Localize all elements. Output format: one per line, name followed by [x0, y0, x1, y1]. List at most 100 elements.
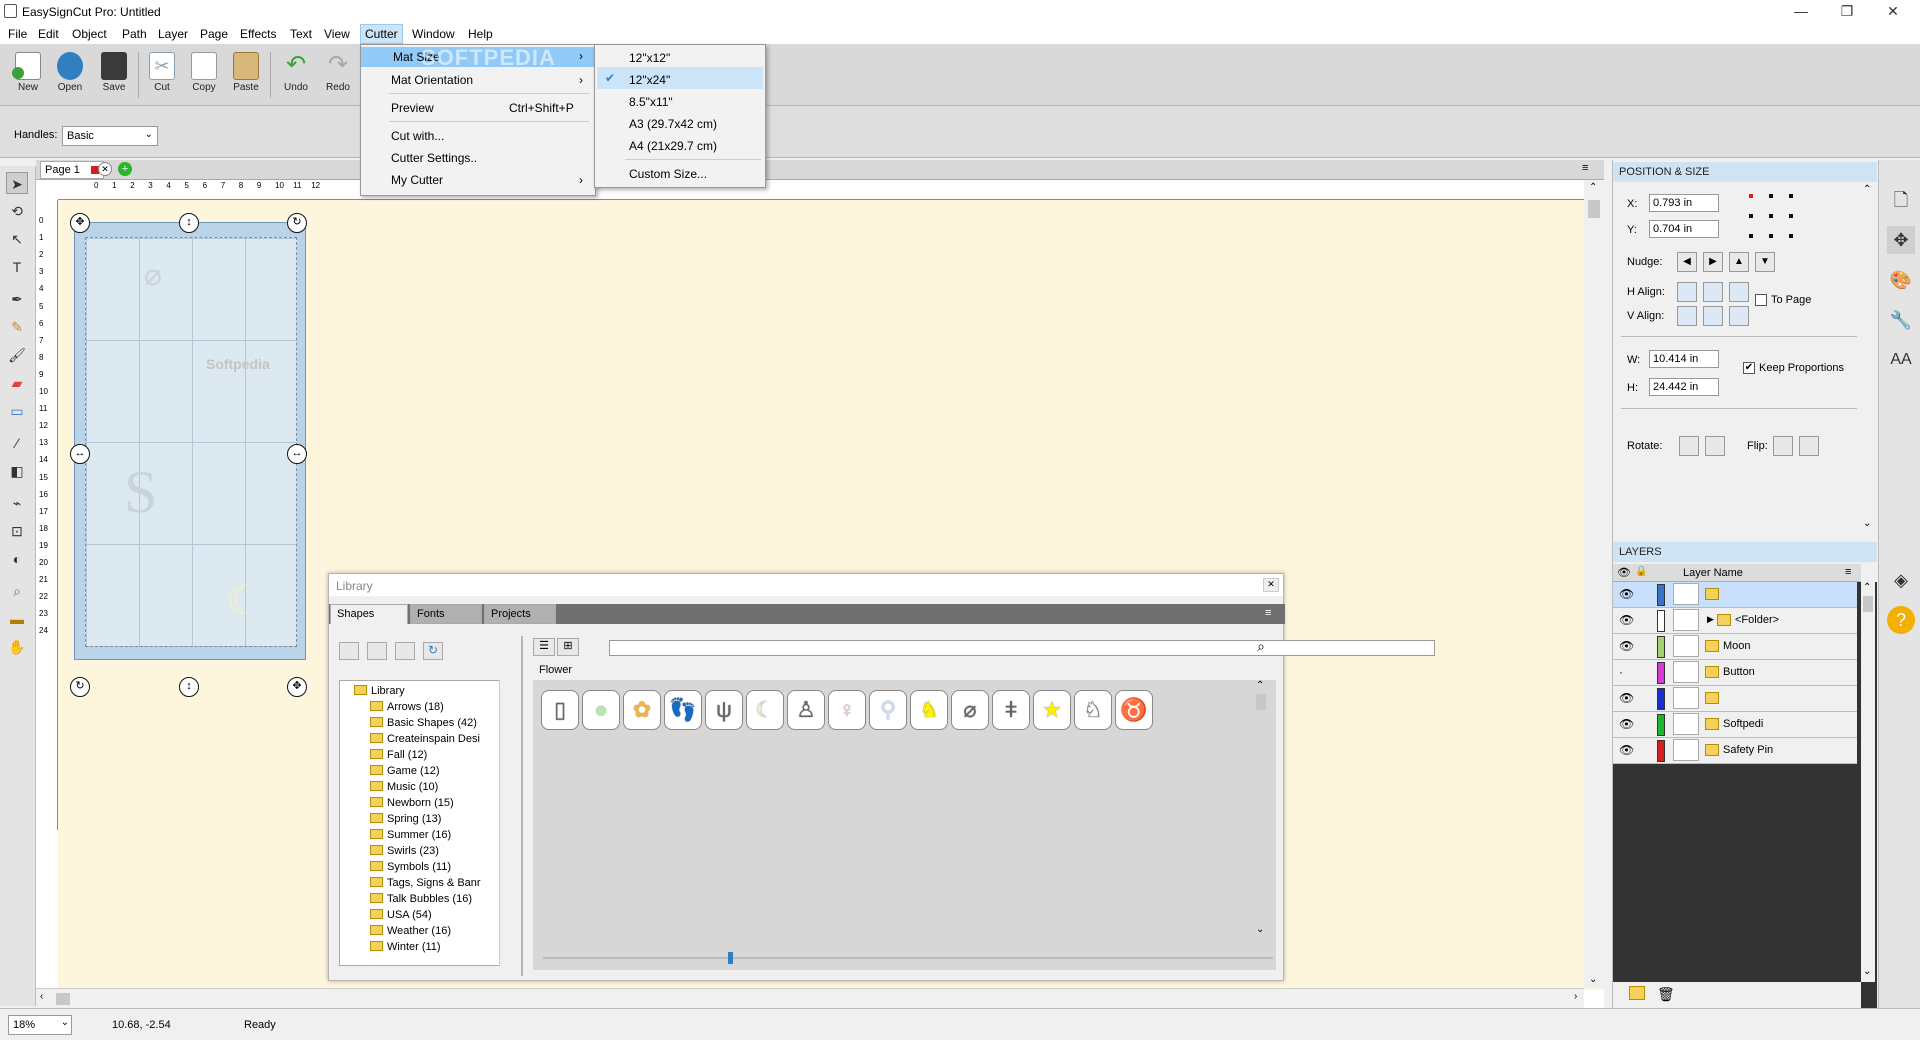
zoom-select[interactable]: 18% ⌄ — [8, 1015, 72, 1035]
tree-folder-item[interactable]: Swirls (23) — [370, 845, 439, 857]
teddy-bear-shape[interactable]: ♉ — [1115, 690, 1153, 730]
duck-shape[interactable]: ♞ — [910, 690, 948, 730]
knife-tool-icon[interactable]: ⌁ — [6, 492, 28, 514]
moon-object[interactable]: ☾ — [226, 578, 262, 624]
panel-menu-icon[interactable]: ≡ — [1582, 162, 1588, 174]
menu-help[interactable]: Help — [464, 26, 497, 42]
tree-folder-item[interactable]: Tags, Signs & Banr — [370, 877, 481, 889]
reference-point-grid[interactable] — [1749, 194, 1793, 238]
redo-button[interactable]: ↷ Redo — [320, 48, 356, 104]
tree-folder-item[interactable]: Spring (13) — [370, 813, 441, 825]
tab-fonts[interactable]: Fonts — [410, 604, 482, 624]
tree-folder-item[interactable]: Game (12) — [370, 765, 440, 777]
menu-item-cut-with[interactable]: Cut with... — [391, 129, 444, 143]
document-panel-icon[interactable]: 🗋 — [1887, 186, 1915, 214]
contour-tool-icon[interactable]: ◐ — [6, 548, 28, 570]
new-layer-folder-icon[interactable] — [1629, 986, 1645, 1000]
eraser-tool-icon[interactable]: ▰ — [6, 372, 28, 394]
delete-layer-icon[interactable]: 🗑 — [1657, 986, 1675, 1003]
vertical-scrollbar[interactable]: ⌃ ⌄ — [1584, 180, 1604, 988]
layer-color-swatch[interactable] — [1657, 584, 1665, 606]
position-size-panel-icon[interactable]: ✥ — [1887, 226, 1915, 254]
button-shape[interactable]: ● — [582, 690, 620, 730]
menu-text[interactable]: Text — [286, 26, 316, 42]
menu-effects[interactable]: Effects — [236, 26, 280, 42]
layer-color-swatch[interactable] — [1657, 740, 1665, 762]
align-left-icon[interactable] — [1677, 282, 1697, 302]
menu-window[interactable]: Window — [408, 26, 459, 42]
eye-icon[interactable]: 👁 — [1619, 639, 1634, 653]
shapes-scrollbar[interactable]: ⌃ ⌄ — [1253, 680, 1269, 940]
moon-shape[interactable]: ☾ — [746, 690, 784, 730]
expand-arrow-icon[interactable]: ▶ — [1707, 614, 1714, 625]
library-search-input[interactable] — [609, 640, 1435, 656]
layer-row[interactable]: 👁 Safety Pin — [1613, 738, 1857, 764]
gradient-tool-icon[interactable]: ◧ — [6, 460, 28, 482]
paste-button[interactable]: Paste — [228, 48, 264, 104]
layer-color-swatch[interactable] — [1657, 714, 1665, 736]
layers-scrollbar[interactable]: ⌃ ⌄ — [1861, 582, 1875, 982]
refresh-icon[interactable]: ↻ — [423, 642, 443, 660]
tree-folder-item[interactable]: Basic Shapes (42) — [370, 717, 477, 729]
ruler-tool-icon[interactable]: ▬ — [6, 608, 28, 630]
tree-folder-item[interactable]: Weather (16) — [370, 925, 451, 937]
layer-row[interactable]: 👁 ▶ <Folder> — [1613, 608, 1857, 634]
flower-shape[interactable]: ✿ — [623, 690, 661, 730]
mat-size-12x24[interactable]: 12"x24" — [629, 73, 670, 87]
text-tool-icon[interactable]: T — [6, 256, 28, 278]
cutting-mat[interactable]: Softpedia S ☾ ⌀ — [74, 222, 306, 660]
color-palette-icon[interactable]: 🎨 — [1887, 266, 1915, 294]
align-middle-v-icon[interactable] — [1703, 306, 1723, 326]
spoon-shape[interactable]: ǂ — [992, 690, 1030, 730]
layers-panel-icon[interactable]: ◈ — [1887, 566, 1915, 594]
stork-shape[interactable]: ♘ — [1074, 690, 1112, 730]
height-input[interactable]: 24.442 in — [1649, 378, 1719, 396]
nudge-right-icon[interactable]: ▶ — [1703, 252, 1723, 272]
search-icon[interactable]: ⌕ — [1251, 638, 1271, 656]
eye-icon[interactable]: 👁 — [1619, 613, 1634, 627]
eye-icon[interactable]: 👁 — [1619, 717, 1634, 731]
flip-vertical-icon[interactable] — [1799, 436, 1819, 456]
menu-item-cutter-settings[interactable]: Cutter Settings.. — [391, 151, 477, 165]
pacifier-shape[interactable]: ♀ — [828, 690, 866, 730]
layer-color-swatch[interactable] — [1657, 636, 1665, 658]
tree-folder-item[interactable]: Talk Bubbles (16) — [370, 893, 472, 905]
maximize-button[interactable]: ❐ — [1824, 0, 1870, 24]
delete-icon[interactable] — [367, 642, 387, 660]
resize-handle-bottom[interactable]: ↕ — [179, 677, 199, 697]
layer-row[interactable]: 👁 Moon — [1613, 634, 1857, 660]
rotate-ccw-icon[interactable] — [1679, 436, 1699, 456]
rotate-handle-top-left[interactable]: ✥ — [70, 213, 90, 233]
menu-edit[interactable]: Edit — [34, 26, 63, 42]
tree-folder-item[interactable]: USA (54) — [370, 909, 432, 921]
align-bottom-icon[interactable] — [1729, 306, 1749, 326]
eyedropper-tool-icon[interactable]: ⁄ — [6, 432, 28, 454]
align-right-icon[interactable] — [1729, 282, 1749, 302]
layers-menu-icon[interactable]: ≡ — [1845, 566, 1851, 578]
tree-folder-item[interactable]: Arrows (18) — [370, 701, 444, 713]
layer-row[interactable]: 👁 — [1613, 686, 1857, 712]
menu-item-mat-orientation[interactable]: Mat Orientation › — [391, 73, 583, 87]
mat-size-12x12[interactable]: 12"x12" — [629, 51, 670, 65]
rattle-shape[interactable]: ⚲ — [869, 690, 907, 730]
rotate-handle-bottom-left[interactable]: ↻ — [70, 677, 90, 697]
layer-color-swatch[interactable] — [1657, 662, 1665, 684]
brush-tool-icon[interactable]: 🖌 — [6, 344, 28, 366]
rotate-cw-icon[interactable] — [1705, 436, 1725, 456]
tree-folder-item[interactable]: Newborn (15) — [370, 797, 454, 809]
pencil-tool-icon[interactable]: ✎ — [6, 316, 28, 338]
tree-folder-item[interactable]: Summer (16) — [370, 829, 451, 841]
help-icon[interactable]: ? — [1887, 606, 1915, 634]
tab-projects[interactable]: Projects — [484, 604, 556, 624]
safety-pin-shape[interactable]: ⌀ — [951, 690, 989, 730]
size-slider[interactable] — [543, 952, 1273, 964]
menu-view[interactable]: View — [320, 26, 354, 42]
shape-tool-icon[interactable]: ▭ — [6, 400, 28, 422]
copy-button[interactable]: Copy — [186, 48, 222, 104]
panel-scrollbar[interactable]: ⌃ ⌄ — [1861, 184, 1875, 534]
menu-item-my-cutter[interactable]: My Cutter › — [391, 173, 583, 187]
save-button[interactable]: Save — [96, 48, 132, 104]
keep-proportions-checkbox[interactable]: ✔ — [1743, 362, 1755, 374]
grid-view-icon[interactable]: ⊞ — [557, 638, 579, 656]
resize-handle-top[interactable]: ↕ — [179, 213, 199, 233]
